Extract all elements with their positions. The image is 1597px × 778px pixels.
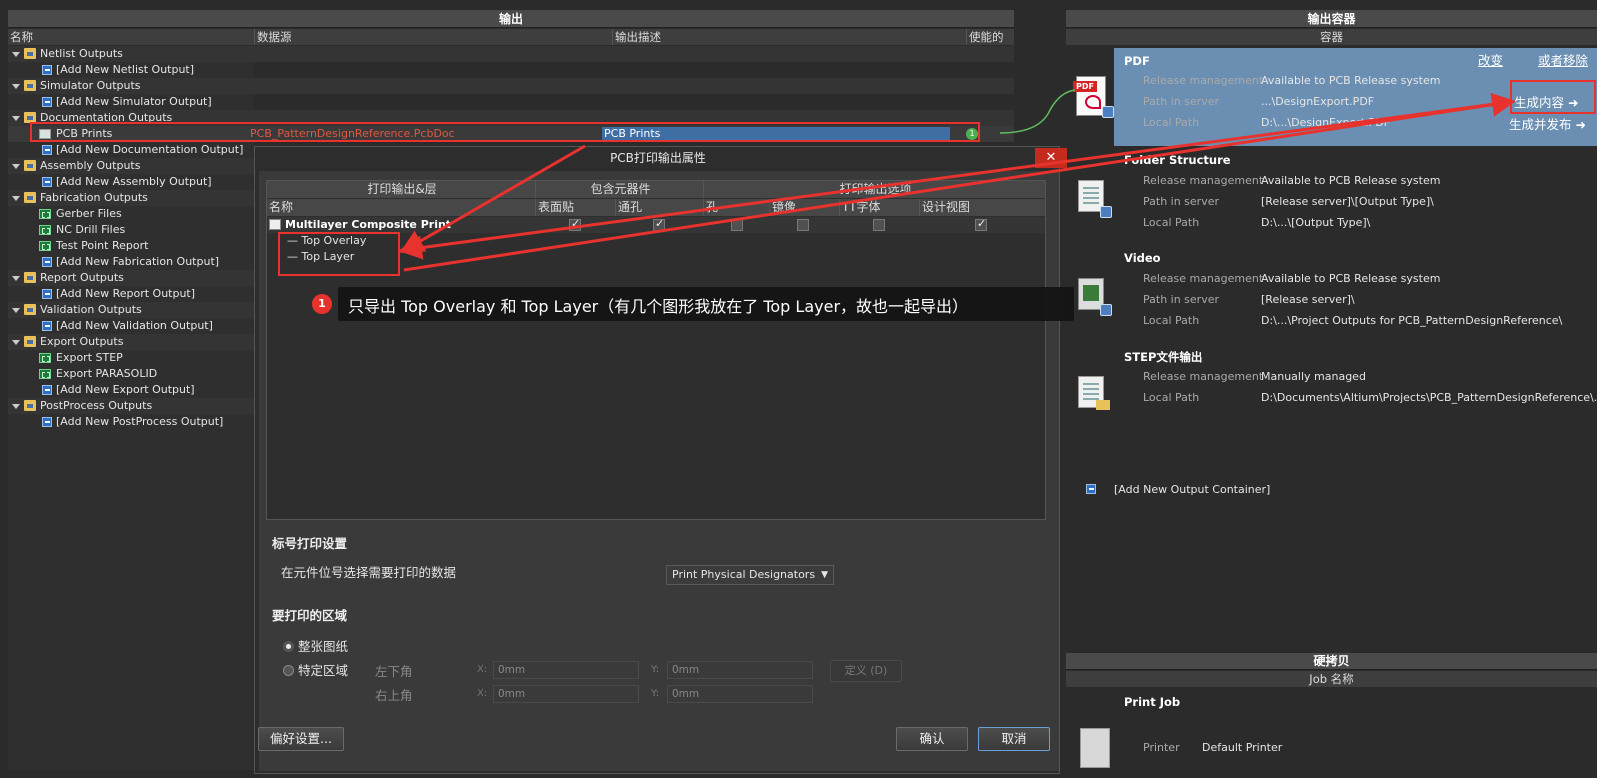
connector-line: [999, 89, 1076, 134]
arrow-generate-to-layers: [398, 100, 1511, 260]
arrow-layers-to-generate: [403, 92, 1516, 272]
annotation-arrows: [398, 89, 1516, 272]
arrow-row-to-layers: [399, 144, 586, 254]
